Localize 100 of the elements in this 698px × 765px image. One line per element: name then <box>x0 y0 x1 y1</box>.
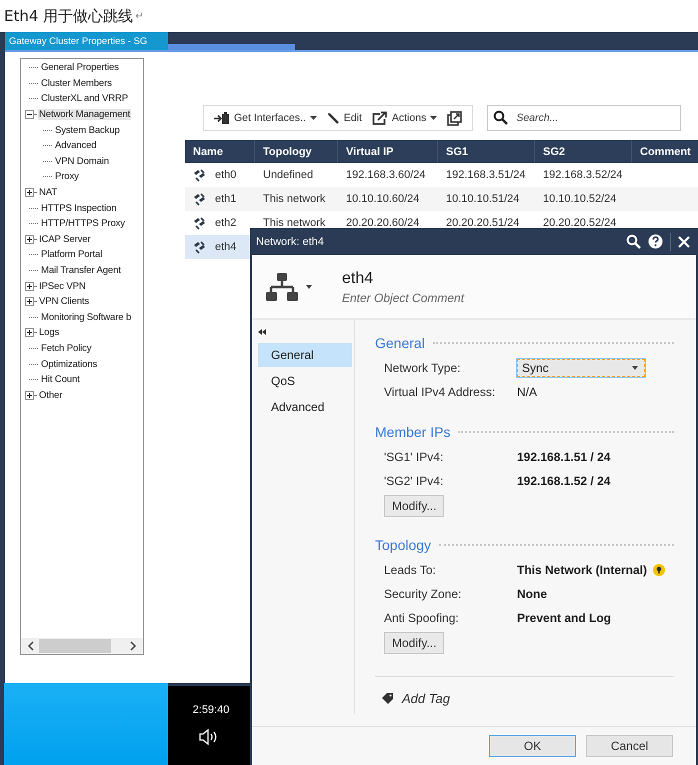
table-cell: 10.10.10.60/24 <box>346 193 420 205</box>
search-icon[interactable] <box>626 234 641 249</box>
search-icon <box>493 110 508 125</box>
tree-item[interactable]: Proxy <box>54 171 80 182</box>
tree-item[interactable]: Fetch Policy <box>40 342 92 354</box>
table-cell: 20.20.20.60/24 <box>346 217 420 229</box>
tree-item[interactable]: Advanced <box>54 140 98 152</box>
table-cell: 10.10.10.52/24 <box>543 193 616 205</box>
nav-item[interactable]: Advanced <box>258 395 352 419</box>
tag-icon <box>382 693 394 704</box>
section-heading: General <box>375 335 425 351</box>
table-cell: 192.168.3.52/24 <box>543 169 623 181</box>
tree-item[interactable]: Logs <box>38 327 60 338</box>
tree-item[interactable]: System Backup <box>54 124 121 136</box>
scroll-right-icon[interactable] <box>129 641 137 651</box>
field-label: Anti Spoofing: <box>384 611 460 625</box>
type-selector[interactable] <box>266 272 312 300</box>
nav-item[interactable]: General <box>258 343 352 367</box>
interface-icon <box>193 216 206 230</box>
tree-item[interactable]: IPSec VPN <box>38 280 87 292</box>
tree-item[interactable]: NAT <box>38 187 58 198</box>
caret-icon <box>430 116 438 120</box>
hint-icon[interactable] <box>653 564 666 576</box>
expand-icon[interactable] <box>25 234 34 244</box>
dialog-title: Network: eth4 <box>256 236 325 248</box>
field-label: Virtual IPv4 Address: <box>384 385 496 399</box>
scroll-left-icon[interactable] <box>27 641 35 651</box>
expand-icon[interactable] <box>25 188 34 198</box>
tree-item[interactable]: VPN Clients <box>38 296 90 308</box>
pencil-icon <box>326 112 340 124</box>
expand-icon[interactable] <box>25 297 34 306</box>
paragraph-mark: ↵ <box>135 10 144 22</box>
caret-icon <box>632 366 638 370</box>
field-label: Leads To: <box>384 563 437 577</box>
table-cell: 20.20.20.51/24 <box>446 217 520 229</box>
network-type-dropdown[interactable]: Sync <box>517 359 645 377</box>
tree-item[interactable]: HTTP/HTTPS Proxy <box>40 218 126 230</box>
comment-field[interactable]: Enter Object Comment <box>342 291 542 305</box>
expand-icon[interactable] <box>25 328 34 338</box>
modify-button[interactable]: Modify... <box>384 632 444 654</box>
modify-button[interactable]: Modify... <box>384 495 444 517</box>
import-icon <box>214 112 230 124</box>
field-value: None <box>517 587 547 601</box>
field-value: Prevent and Log <box>517 611 612 625</box>
field-label: Network Type: <box>384 361 462 375</box>
tree-item[interactable]: ClusterXL and VRRP <box>40 93 130 104</box>
add-tag-link[interactable]: Add Tag <box>382 691 450 706</box>
section-heading: Member IPs <box>375 424 450 440</box>
field-value: N/A <box>517 385 538 399</box>
field-value: 192.168.1.51 / 24 <box>517 450 610 464</box>
close-icon[interactable] <box>678 236 690 248</box>
table-cell: This network <box>263 217 326 229</box>
caption: Eth4 用于做心跳线 <box>4 6 134 26</box>
scroll-thumb[interactable] <box>39 639 111 653</box>
actions-button[interactable]: Actions <box>368 111 442 125</box>
export-icon <box>372 111 388 125</box>
caret-icon <box>306 284 312 288</box>
collapse-icon[interactable] <box>25 110 34 120</box>
tree-item[interactable]: Cluster Members <box>40 78 113 89</box>
table-cell: 192.168.3.51/24 <box>446 169 526 181</box>
clock[interactable]: 2:59:40 <box>192 704 230 716</box>
table-cell: eth0 <box>215 169 236 181</box>
field-label: Security Zone: <box>384 587 462 601</box>
tree-item[interactable]: Hit Count <box>40 374 81 386</box>
tree-item[interactable]: Network Management <box>38 109 132 120</box>
help-icon[interactable] <box>648 234 663 249</box>
table-cell: eth2 <box>215 217 236 229</box>
collapse-icon[interactable] <box>258 329 266 335</box>
interface-icon <box>193 192 206 206</box>
popout-icon <box>447 110 462 126</box>
object-name: eth4 <box>342 270 374 288</box>
search-field[interactable]: Search... <box>487 105 682 131</box>
tree-item[interactable]: HTTPS Inspection <box>40 202 118 214</box>
tree-item[interactable]: ICAP Server <box>38 234 92 245</box>
get-interfaces-button[interactable]: Get Interfaces.. <box>210 112 321 124</box>
table-cell: 192.168.3.60/24 <box>346 169 426 181</box>
table-cell: eth1 <box>215 193 236 205</box>
tree-item[interactable]: Platform Portal <box>40 249 104 260</box>
expand-icon[interactable] <box>25 390 34 400</box>
tree-item[interactable]: Monitoring Software b <box>40 312 132 323</box>
table-row[interactable]: eth1 This network 10.10.10.60/24 10.10.10.51/24 10.10.10.52/24 <box>185 187 698 211</box>
nav-item[interactable]: QoS <box>258 369 352 393</box>
tree-item[interactable]: Other <box>38 390 64 401</box>
network-icon <box>266 272 298 300</box>
field-label: 'SG1' IPv4: <box>384 450 444 464</box>
expand-icon[interactable] <box>25 282 34 291</box>
caret-icon <box>310 116 317 120</box>
field-value: 192.168.1.52 / 24 <box>517 474 610 488</box>
tree-item[interactable]: Mail Transfer Agent <box>40 265 122 276</box>
field-value: This Network (Internal) <box>517 563 648 577</box>
tree-item[interactable]: Optimizations <box>40 358 98 370</box>
table-cell: Undefined <box>263 169 314 181</box>
field-label: 'SG2' IPv4: <box>384 474 444 488</box>
window-title: Gateway Cluster Properties - SG <box>9 36 148 46</box>
tree-item[interactable]: VPN Domain <box>54 156 110 167</box>
tree-item[interactable]: General Properties <box>40 62 120 74</box>
edit-button[interactable]: Edit <box>322 112 366 124</box>
cancel-button[interactable]: Cancel <box>586 735 673 757</box>
scrollbar[interactable] <box>21 638 143 654</box>
ok-button[interactable]: OK <box>489 735 576 757</box>
